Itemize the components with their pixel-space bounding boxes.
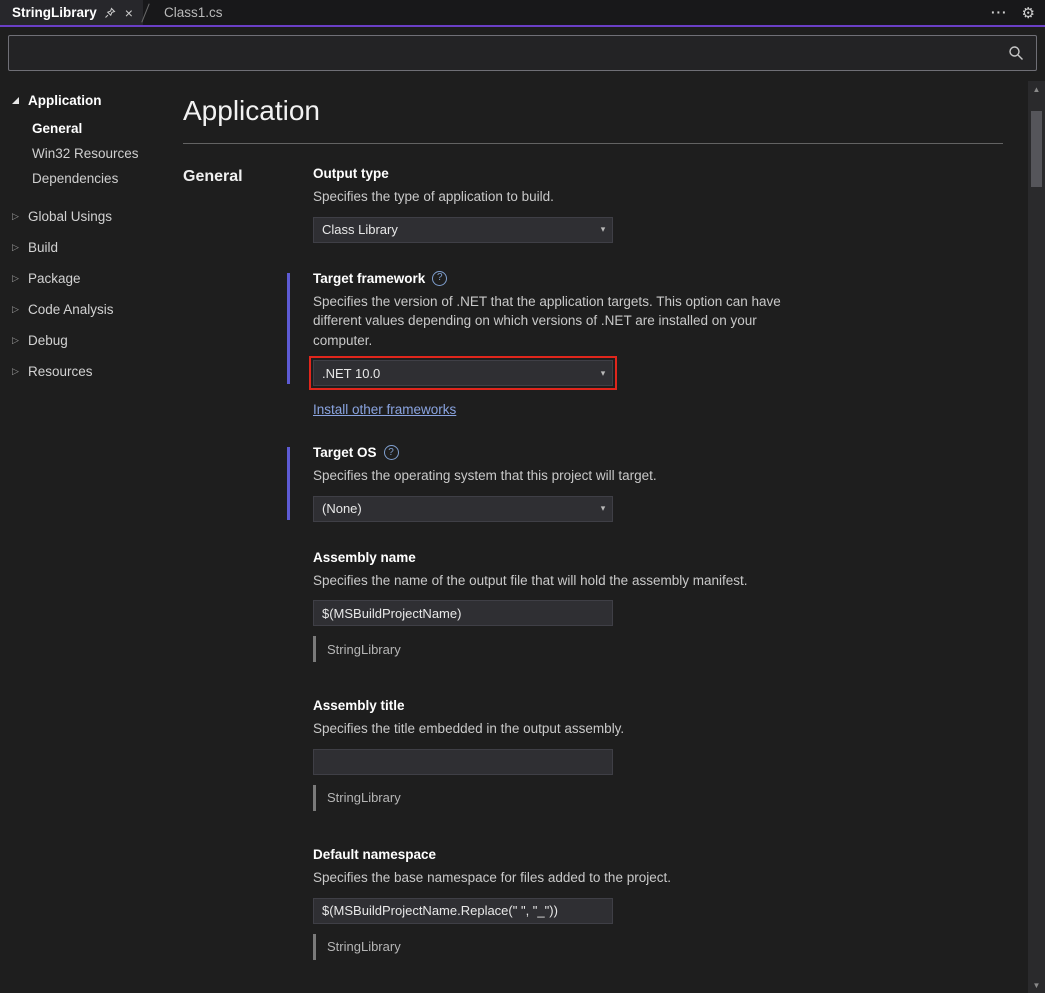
field-label-text: Assembly title: [313, 698, 405, 714]
expander-collapsed-icon[interactable]: ▷: [10, 242, 21, 253]
page-title: Application: [183, 95, 320, 126]
field-target-os: Target OS ? Specifies the operating syst…: [287, 445, 833, 522]
tab-class1[interactable]: Class1.cs: [150, 0, 237, 25]
field-label-text: Assembly name: [313, 549, 416, 565]
field-label-text: Output type: [313, 166, 389, 181]
search-icon[interactable]: [996, 45, 1036, 61]
tab-bar: StringLibrary × Class1.cs ··· ⚙: [0, 0, 1045, 27]
expander-collapsed-icon[interactable]: ▷: [10, 273, 21, 284]
sidebar-item-code-analysis[interactable]: ▷ Code Analysis: [0, 294, 175, 325]
dropdown-value: Class Library: [322, 222, 398, 238]
sidebar-item-label: General: [32, 121, 83, 136]
field-label: Target framework ?: [313, 270, 833, 286]
close-icon[interactable]: ×: [123, 6, 135, 20]
field-default-namespace: Default namespace Specifies the base nam…: [313, 847, 833, 960]
field-description: Specifies the operating system that this…: [313, 468, 657, 484]
sidebar-item-debug[interactable]: ▷ Debug: [0, 325, 175, 356]
overflow-icon[interactable]: ···: [991, 5, 1008, 20]
field-assembly-name: Assembly name Specifies the name of the …: [313, 550, 833, 663]
field-label: Assembly title: [313, 698, 833, 713]
sidebar-item-resources[interactable]: ▷ Resources: [0, 356, 175, 387]
install-other-frameworks-link[interactable]: Install other frameworks: [313, 402, 456, 417]
title-divider: [183, 143, 1003, 144]
help-icon[interactable]: ?: [383, 445, 399, 461]
chevron-down-icon[interactable]: ▾: [594, 224, 612, 235]
search-box[interactable]: [8, 35, 1037, 71]
search-row: [0, 27, 1045, 79]
sidebar-item-dependencies[interactable]: Dependencies: [0, 166, 175, 191]
vertical-scrollbar[interactable]: ▲ ▼: [1028, 81, 1045, 993]
evaluated-value-text: StringLibrary: [327, 641, 401, 657]
sidebar: Application General Win32 Resources Depe…: [0, 79, 175, 991]
sidebar-item-label: Dependencies: [32, 171, 119, 186]
field-description: Specifies the title embedded in the outp…: [313, 721, 625, 737]
field-label-text: Target OS: [313, 445, 377, 461]
default-namespace-input[interactable]: [313, 897, 613, 924]
evaluated-value: StringLibrary: [313, 784, 833, 811]
sidebar-item-general[interactable]: General: [0, 116, 175, 141]
field-label: Assembly name: [313, 550, 833, 565]
fields-column: Output type Specifies the type of applic…: [287, 166, 1045, 991]
scrollbar-thumb[interactable]: [1031, 111, 1042, 187]
sidebar-item-label: Win32 Resources: [32, 146, 139, 161]
tab-stringlibrary[interactable]: StringLibrary ×: [0, 0, 143, 25]
scroll-up-icon[interactable]: ▲: [1028, 81, 1045, 97]
field-description: Specifies the name of the output file th…: [313, 572, 748, 588]
sidebar-item-package[interactable]: ▷ Package: [0, 263, 175, 294]
field-label: Default namespace: [313, 847, 833, 862]
help-icon[interactable]: ?: [432, 270, 448, 286]
field-description: Specifies the base namespace for files a…: [313, 869, 671, 885]
dropdown-value: .NET 10.0: [322, 365, 381, 381]
tabbar-actions: ··· ⚙: [991, 0, 1045, 25]
evaluated-value: StringLibrary: [313, 636, 833, 663]
chevron-down-icon[interactable]: ▾: [594, 503, 612, 514]
field-description: Specifies the type of application to bui…: [313, 189, 554, 204]
tab-label: StringLibrary: [12, 5, 97, 20]
output-type-dropdown[interactable]: Class Library ▾: [313, 216, 613, 243]
field-label-text: Target framework: [313, 270, 426, 286]
field-label-text: Default namespace: [313, 846, 437, 862]
evaluated-value-text: StringLibrary: [327, 790, 401, 806]
sidebar-item-global-usings[interactable]: ▷ Global Usings: [0, 201, 175, 232]
sidebar-item-application[interactable]: Application: [0, 85, 175, 116]
search-input[interactable]: [9, 36, 996, 70]
sidebar-item-label: Code Analysis: [28, 302, 114, 317]
gear-icon[interactable]: ⚙: [1022, 4, 1035, 22]
scroll-down-icon[interactable]: ▼: [1028, 977, 1045, 993]
field-assembly-title: Assembly title Specifies the title embed…: [313, 698, 833, 811]
evaluated-value-text: StringLibrary: [327, 939, 401, 954]
modified-indicator-scope: Target framework ? Specifies the version…: [287, 270, 833, 391]
sidebar-item-label: Build: [28, 240, 59, 255]
field-label: Target OS ?: [313, 445, 833, 461]
section-general-label: General: [183, 168, 243, 185]
sidebar-item-label: Resources: [28, 364, 93, 379]
sidebar-item-label: Debug: [28, 333, 68, 348]
sidebar-item-label: Application: [28, 93, 102, 108]
expander-collapsed-icon[interactable]: ▷: [10, 211, 21, 222]
sidebar-item-label: Package: [28, 271, 81, 286]
field-target-framework: Target framework ? Specifies the version…: [287, 270, 833, 417]
assembly-title-input[interactable]: [313, 748, 613, 775]
sidebar-item-build[interactable]: ▷ Build: [0, 232, 175, 263]
dropdown-value: (None): [322, 501, 362, 517]
evaluated-value: StringLibrary: [313, 933, 833, 960]
expander-collapsed-icon[interactable]: ▷: [10, 335, 21, 346]
content: Application General Win32 Resources Depe…: [0, 79, 1045, 991]
target-framework-dropdown[interactable]: .NET 10.0 ▾: [309, 356, 617, 391]
expander-collapsed-icon[interactable]: ▷: [10, 366, 21, 377]
expander-collapsed-icon[interactable]: ▷: [10, 304, 21, 315]
modified-indicator-scope: Target OS ? Specifies the operating syst…: [287, 445, 833, 522]
field-description: Specifies the version of .NET that the a…: [313, 293, 781, 348]
sidebar-item-label: Global Usings: [28, 209, 113, 224]
target-os-dropdown[interactable]: (None) ▾: [313, 495, 613, 522]
field-output-type: Output type Specifies the type of applic…: [313, 166, 833, 243]
sidebar-item-win32-resources[interactable]: Win32 Resources: [0, 141, 175, 166]
tab-label: Class1.cs: [163, 5, 223, 20]
main-pane: Application General Output type Specifie…: [175, 79, 1045, 991]
assembly-name-input[interactable]: [313, 600, 613, 627]
field-label: Output type: [313, 166, 833, 181]
pin-icon[interactable]: [104, 7, 116, 19]
expander-expanded-icon[interactable]: [10, 97, 21, 104]
chevron-down-icon[interactable]: ▾: [594, 368, 612, 379]
